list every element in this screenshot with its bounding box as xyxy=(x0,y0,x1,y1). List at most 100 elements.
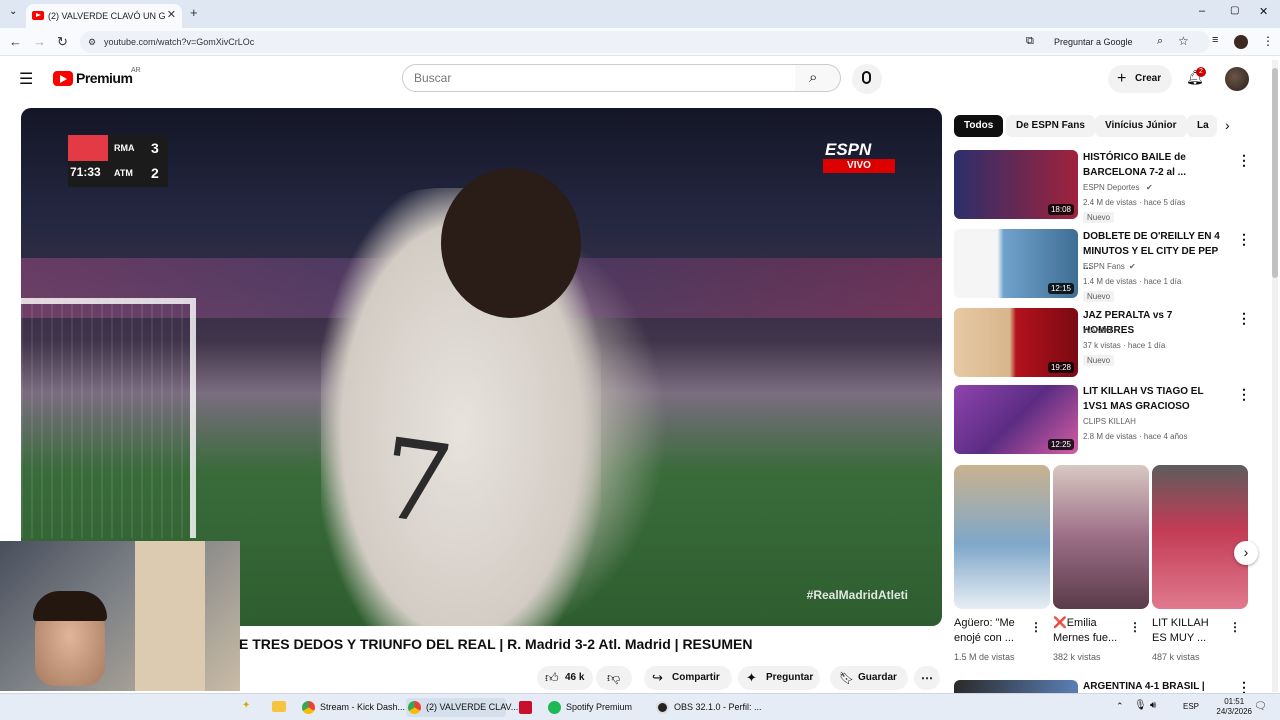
reload-icon[interactable]: ↻ xyxy=(57,34,68,50)
notification-center-icon[interactable]: 🗨︎ xyxy=(1254,701,1267,712)
thumbs-up-icon: 👍︎ xyxy=(545,670,559,685)
close-tab-icon[interactable]: ✕ xyxy=(167,8,176,21)
rec-channel[interactable]: WANDII xyxy=(1083,323,1233,338)
tray-icon[interactable]: 🎙︎ xyxy=(1134,700,1147,711)
short-title[interactable]: Agüero: "Me enojé con ... xyxy=(954,616,1026,646)
maximize-icon[interactable]: ▢ xyxy=(1230,5,1239,16)
chips-next-icon[interactable]: › xyxy=(1225,117,1230,133)
short-more-icon[interactable]: ⋮ xyxy=(1030,620,1042,634)
voice-search-button[interactable] xyxy=(852,64,882,94)
short-title[interactable]: LIT KILLAH ES MUY ... xyxy=(1152,616,1224,646)
verified-icon: ✔ xyxy=(1129,262,1136,271)
shorts-next-button[interactable]: › xyxy=(1234,541,1258,565)
zoom-icon[interactable]: ⌕ xyxy=(1157,35,1163,48)
back-icon[interactable]: ← xyxy=(9,34,22,49)
more-horizontal-icon: ⋯ xyxy=(921,671,933,685)
away-team-code: ATM xyxy=(114,168,133,178)
tab-title: (2) VALVERDE CLAVÓ UN G xyxy=(48,11,166,21)
browser-tab[interactable]: (2) VALVERDE CLAVÓ UN G ✕ xyxy=(26,4,182,28)
chip-laliga[interactable]: La xyxy=(1187,115,1217,137)
account-avatar[interactable] xyxy=(1225,67,1249,91)
taskbar-item-obs[interactable]: OBS 32.1.0 - Perfil: ... xyxy=(654,698,762,717)
bookmark-star-icon[interactable]: ☆ xyxy=(1178,34,1189,48)
short-more-icon[interactable]: ⋮ xyxy=(1229,620,1241,634)
share-button[interactable]: ↪ Compartir xyxy=(644,666,732,690)
rec-title[interactable]: HISTÓRICO BAILE de BARCELONA 7-2 al ... xyxy=(1083,150,1223,180)
short-title[interactable]: ❌Emilia Mernes fue... xyxy=(1053,616,1125,646)
short-more-icon[interactable]: ⋮ xyxy=(1129,620,1141,634)
rec-thumbnail[interactable]: 12:15 xyxy=(954,229,1078,298)
sparkle-icon: ✦ xyxy=(746,670,757,685)
ask-google-button[interactable]: Preguntar a Google xyxy=(1048,34,1139,50)
system-clock[interactable]: 01:51 24/3/2026 xyxy=(1216,697,1252,717)
hamburger-menu-icon[interactable]: ☰ xyxy=(19,69,33,89)
short-thumbnail[interactable] xyxy=(954,465,1050,609)
like-button[interactable]: 👍︎ 46 k xyxy=(537,666,593,690)
chip-all[interactable]: Todos xyxy=(954,115,1004,137)
page-scrollbar[interactable] xyxy=(1272,60,1278,692)
logo-text: Premium xyxy=(76,70,133,86)
chip-espn-fans[interactable]: De ESPN Fans xyxy=(1006,115,1095,137)
rec-title[interactable]: ARGENTINA 4-1 BRASIL | xyxy=(1083,679,1223,694)
minimize-icon[interactable]: – xyxy=(1199,5,1205,17)
ask-button[interactable]: ✦ Preguntar xyxy=(738,666,820,690)
rec-title[interactable]: LIT KILLAH VS TIAGO EL 1VS1 MAS GRACIOSO xyxy=(1083,384,1223,414)
rec-more-icon[interactable]: ⋮ xyxy=(1237,386,1251,403)
scrollbar-thumb[interactable] xyxy=(1272,68,1278,278)
chip-vinicius[interactable]: Vinícius Júnior xyxy=(1095,115,1187,137)
rec-more-icon[interactable]: ⋮ xyxy=(1237,152,1251,169)
taskbar-item-chrome-youtube[interactable]: (2) VALVERDE CLAV... xyxy=(406,698,518,717)
rec-thumbnail[interactable]: 18:08 xyxy=(954,150,1078,219)
streamer-hair xyxy=(33,591,107,621)
rec-thumbnail[interactable]: 12:25 xyxy=(954,385,1078,454)
forward-icon[interactable]: → xyxy=(33,34,46,49)
search-input[interactable]: Buscar xyxy=(402,64,796,92)
dislike-button[interactable]: 👎︎ xyxy=(596,666,632,690)
rec-thumbnail[interactable]: 19:28 xyxy=(954,308,1078,377)
file-explorer-icon[interactable] xyxy=(272,701,286,712)
language-indicator[interactable]: ESP xyxy=(1183,702,1199,711)
volume-icon[interactable]: 🔊︎ xyxy=(1150,700,1156,711)
site-info-icon[interactable]: ⚙ xyxy=(88,31,96,53)
profile-avatar[interactable] xyxy=(1234,35,1248,49)
rec-channel[interactable]: ESPN Fans xyxy=(1083,259,1233,274)
short-views: 1.5 M de vistas xyxy=(954,652,1015,662)
webcam-overlay xyxy=(0,541,240,691)
widgets-icon[interactable]: ✦ xyxy=(242,700,250,711)
rec-channel[interactable]: ESPN Deportes xyxy=(1083,180,1233,195)
create-button[interactable]: + Crear xyxy=(1108,65,1172,93)
reading-list-icon[interactable]: ≡ xyxy=(1212,34,1218,46)
youtube-header: ☰ Premium AR Buscar ⌕ + Crear 🔔︎ 2 xyxy=(0,57,1280,101)
app-icon-red[interactable] xyxy=(519,701,532,714)
rec-meta: 1.4 M de vistas · hace 1 día xyxy=(1083,277,1182,286)
rec-thumbnail[interactable] xyxy=(954,680,1078,693)
short-thumbnail[interactable] xyxy=(1152,465,1248,609)
rec-more-icon[interactable]: ⋮ xyxy=(1237,310,1251,327)
more-actions-button[interactable]: ⋯ xyxy=(914,666,940,690)
new-badge: Nuevo xyxy=(1083,291,1115,302)
short-thumbnail[interactable] xyxy=(1053,465,1149,609)
save-button[interactable]: 🔖︎ Guardar xyxy=(830,666,908,690)
tab-list-chevron-icon[interactable]: ⌄ xyxy=(9,6,17,17)
rec-more-icon[interactable]: ⋮ xyxy=(1237,231,1251,248)
browser-menu-icon[interactable]: ⋮ xyxy=(1262,34,1274,48)
install-app-icon[interactable]: ⧉ xyxy=(1026,35,1034,48)
plus-icon: + xyxy=(1117,70,1127,87)
youtube-logo[interactable] xyxy=(53,71,73,86)
tray-chevron-icon[interactable]: ⌃ xyxy=(1116,701,1124,712)
url-field[interactable]: ⚙ youtube.com/watch?v=GomXivCrLOc xyxy=(80,31,1210,53)
scoreboard: 71:33 RMA 3 ATM 2 xyxy=(68,135,168,187)
taskbar-item-chrome-kick[interactable]: Stream - Kick Dash... xyxy=(300,698,405,717)
match-clock: 71:33 xyxy=(70,165,101,179)
window-close-icon[interactable]: ✕ xyxy=(1259,5,1268,18)
obs-icon xyxy=(656,701,669,714)
ask-google-label: Preguntar a Google xyxy=(1054,37,1133,47)
taskbar-item-spotify[interactable]: Spotify Premium xyxy=(546,698,642,717)
rec-channel[interactable]: CLIPS KILLAH xyxy=(1083,414,1233,429)
new-tab-icon[interactable]: + xyxy=(190,5,198,20)
home-team-code: RMA xyxy=(114,143,135,153)
search-button[interactable]: ⌕ xyxy=(795,64,841,92)
thumbs-down-icon: 👎︎ xyxy=(607,670,621,685)
video-duration: 12:15 xyxy=(1047,283,1074,294)
browser-tab-bar: ⌄ (2) VALVERDE CLAVÓ UN G ✕ + – ▢ ✕ xyxy=(0,0,1280,28)
